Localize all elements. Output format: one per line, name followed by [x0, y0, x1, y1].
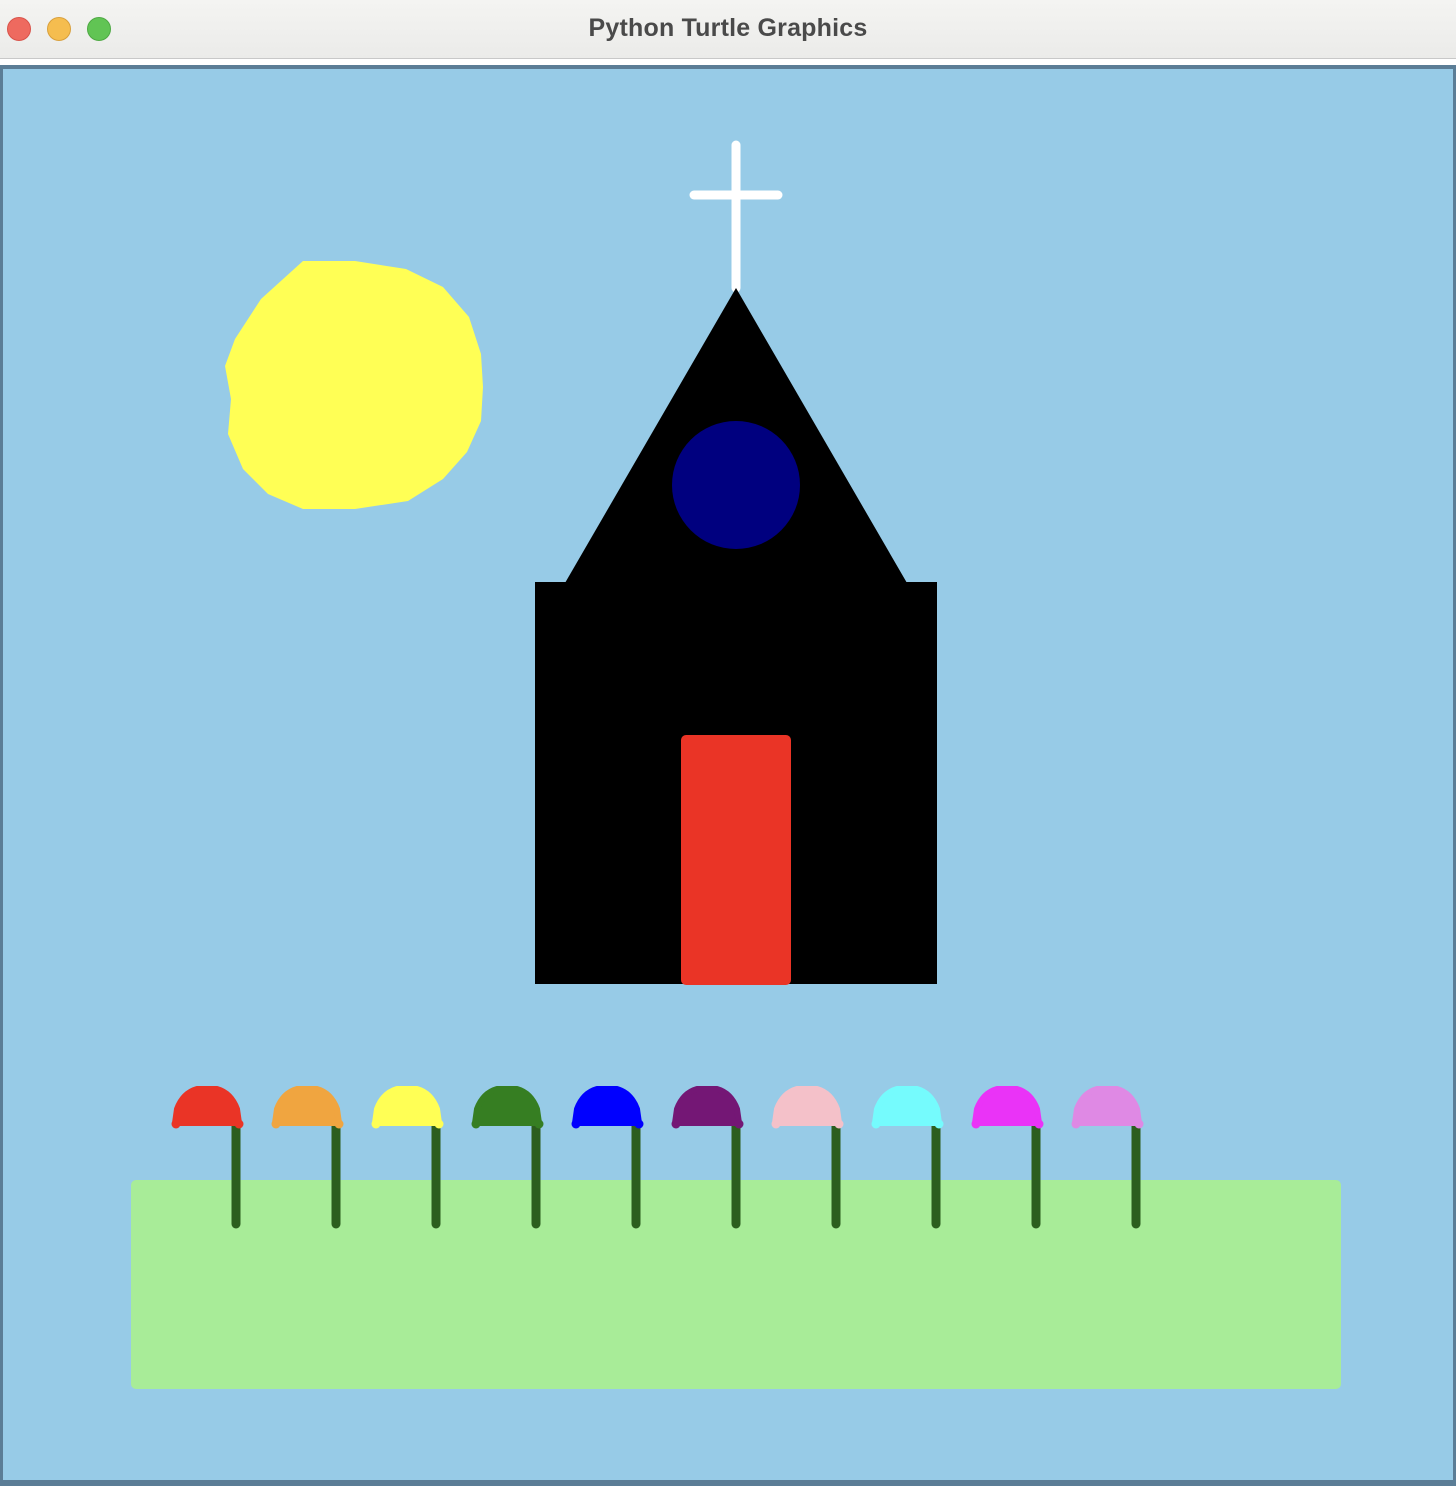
- flower-tip: [971, 1119, 981, 1129]
- flower-tip: [234, 1119, 244, 1129]
- flower-tip: [1034, 1119, 1044, 1129]
- rose-window: [672, 421, 800, 549]
- flower-tip: [471, 1119, 481, 1129]
- flower-head: [972, 1086, 1042, 1126]
- flower-tip: [271, 1119, 281, 1129]
- cross-on-steeple: [689, 140, 783, 293]
- flower-tip: [934, 1119, 944, 1129]
- flower-head: [672, 1086, 742, 1126]
- flower-head: [172, 1086, 242, 1126]
- sun: [225, 261, 483, 509]
- flower-tip: [1071, 1119, 1081, 1129]
- flower-head: [472, 1086, 542, 1126]
- flower-tip: [534, 1119, 544, 1129]
- turtle-window: Python Turtle Graphics: [0, 0, 1456, 1486]
- church-door: [681, 735, 791, 985]
- flower-tip: [771, 1119, 781, 1129]
- flower-tip: [634, 1119, 644, 1129]
- flower-head: [372, 1086, 442, 1126]
- flower-tip: [571, 1119, 581, 1129]
- window-title: Python Turtle Graphics: [588, 14, 868, 42]
- flower-tip: [1134, 1119, 1144, 1129]
- title-bar[interactable]: Python Turtle Graphics: [0, 0, 1456, 59]
- flower-tip: [171, 1119, 181, 1129]
- flower-head: [272, 1086, 342, 1126]
- flower-head: [572, 1086, 642, 1126]
- scene-drawing: [131, 140, 1341, 1389]
- flower-tip: [434, 1119, 444, 1129]
- turtle-canvas[interactable]: [3, 69, 1453, 1480]
- flower-head: [772, 1086, 842, 1126]
- flower-tip: [734, 1119, 744, 1129]
- flower-head: [872, 1086, 942, 1126]
- flower-tip: [834, 1119, 844, 1129]
- flower-head: [1072, 1086, 1142, 1126]
- flower-tip: [871, 1119, 881, 1129]
- flower-tip: [671, 1119, 681, 1129]
- flower-tip: [371, 1119, 381, 1129]
- flower-tip: [334, 1119, 344, 1129]
